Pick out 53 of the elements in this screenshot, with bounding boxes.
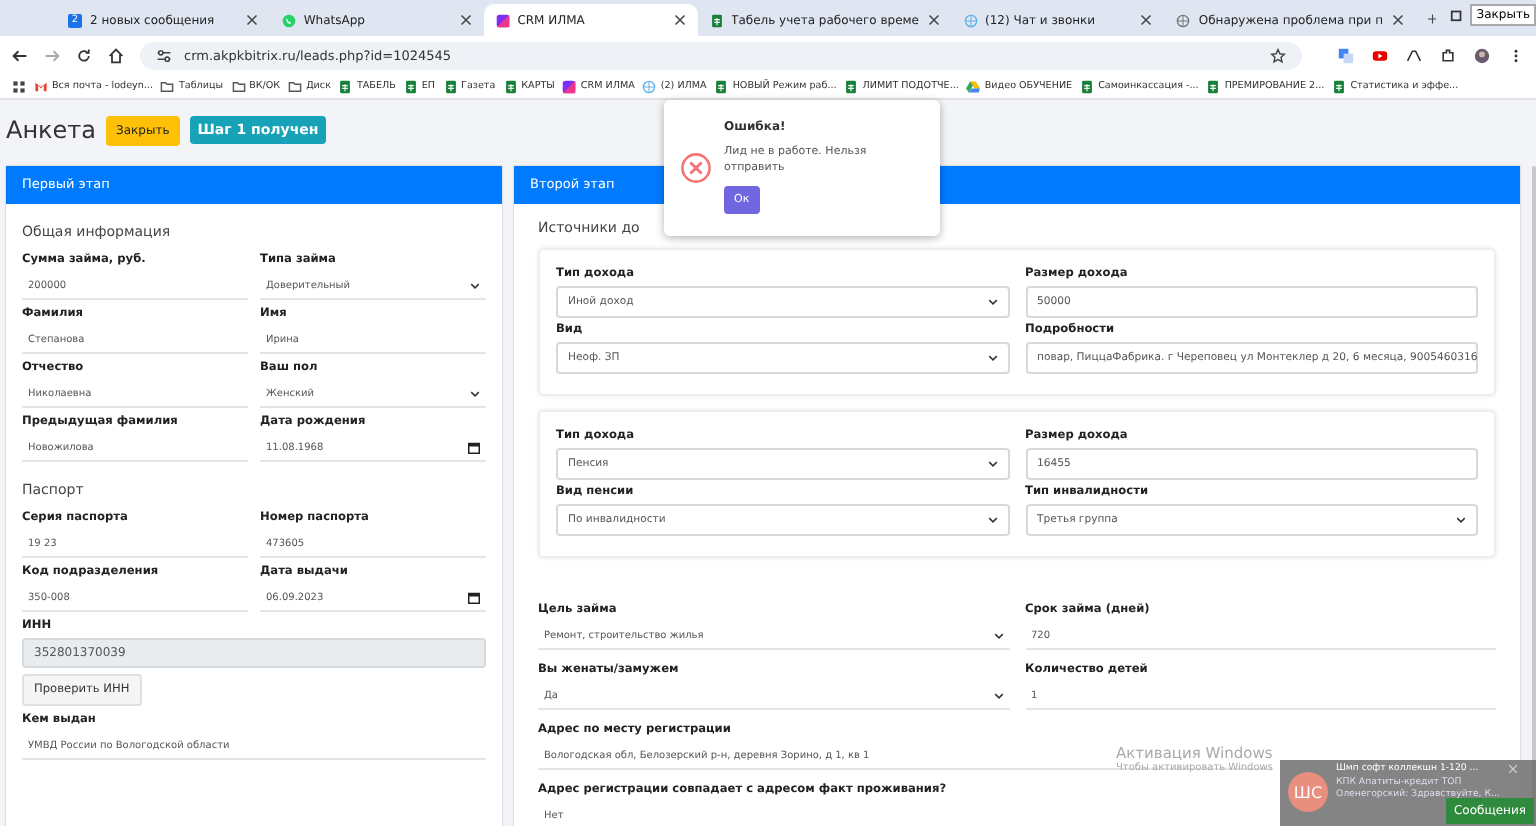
close-icon[interactable] bbox=[1140, 14, 1153, 26]
site-info-icon[interactable] bbox=[156, 47, 172, 63]
back-icon[interactable] bbox=[12, 47, 28, 63]
sheet-icon bbox=[714, 79, 729, 93]
new-tab-icon[interactable] bbox=[1427, 12, 1437, 26]
chevron-icon bbox=[987, 460, 997, 468]
close-icon[interactable] bbox=[673, 14, 686, 26]
chevron-icon bbox=[987, 298, 997, 306]
logo-icon bbox=[562, 79, 577, 93]
close-icon[interactable] bbox=[459, 14, 472, 26]
sheet-icon bbox=[709, 13, 724, 27]
sheet-icon bbox=[1080, 79, 1095, 93]
globe-icon bbox=[1176, 13, 1191, 27]
sheet-icon bbox=[338, 79, 353, 93]
sheet-icon bbox=[443, 79, 458, 93]
chevron-icon bbox=[470, 281, 480, 289]
translate-icon[interactable] bbox=[1338, 47, 1354, 63]
close-icon[interactable] bbox=[1391, 14, 1404, 26]
star-icon[interactable] bbox=[1270, 47, 1286, 63]
sheet-icon bbox=[844, 79, 859, 93]
puzzle-icon[interactable] bbox=[1440, 47, 1456, 63]
apps-icon[interactable] bbox=[12, 79, 26, 93]
folder-icon bbox=[231, 79, 246, 93]
avatar: ШС bbox=[1288, 772, 1328, 812]
drive-icon bbox=[966, 79, 981, 93]
globe-icon bbox=[963, 13, 977, 27]
restore-icon[interactable] bbox=[1450, 8, 1465, 22]
chevron-icon bbox=[987, 516, 997, 524]
chat-bubble-icon bbox=[281, 13, 296, 27]
close-icon[interactable] bbox=[245, 14, 258, 26]
sheet-icon bbox=[403, 79, 418, 93]
sheet-icon bbox=[503, 79, 518, 93]
play-icon[interactable] bbox=[1372, 47, 1388, 63]
chevron-icon bbox=[993, 631, 1003, 639]
globe-icon bbox=[642, 79, 657, 93]
sheet-icon bbox=[1206, 79, 1221, 93]
chevron-icon bbox=[993, 691, 1003, 699]
folder-icon bbox=[288, 79, 303, 93]
chevron-icon bbox=[987, 354, 997, 362]
sheet-icon bbox=[1332, 79, 1347, 93]
reload-icon[interactable] bbox=[76, 47, 92, 63]
folder-icon bbox=[160, 79, 175, 93]
home-icon[interactable] bbox=[108, 47, 124, 63]
calendar-icon bbox=[468, 591, 480, 603]
chevron-icon bbox=[1456, 516, 1466, 524]
page-title: Анкета bbox=[6, 116, 97, 144]
mail-icon bbox=[34, 79, 48, 93]
avatar-icon[interactable] bbox=[1474, 47, 1490, 63]
close-icon[interactable] bbox=[927, 14, 939, 26]
calendar-icon bbox=[468, 441, 480, 453]
error-icon bbox=[680, 152, 712, 184]
chevron-icon bbox=[470, 389, 480, 397]
logo-icon bbox=[495, 13, 510, 27]
